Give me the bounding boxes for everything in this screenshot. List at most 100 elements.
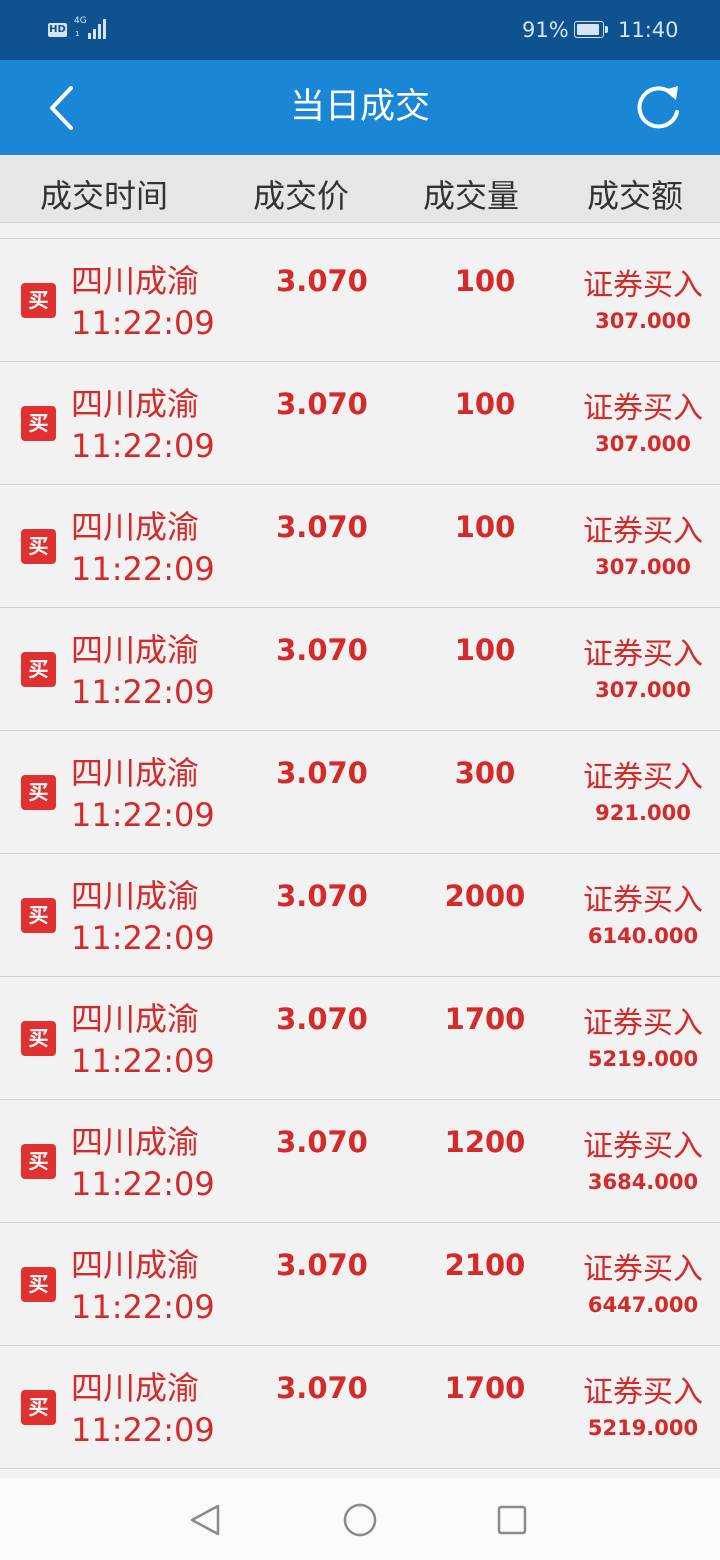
system-nav-bar — [0, 1478, 720, 1560]
trade-amount: 3684.000 — [587, 1170, 699, 1194]
stock-name: 四川成渝 — [71, 262, 200, 300]
trade-amount: 921.000 — [595, 801, 691, 825]
page-title: 当日成交 — [289, 87, 430, 127]
battery-fill — [577, 24, 599, 35]
buy-badge: 买 — [21, 406, 56, 441]
table-header: 成交时间 成交价 成交量 成交额 — [0, 155, 720, 223]
trade-type: 证券买入 — [583, 268, 703, 303]
battery-icon — [574, 21, 608, 38]
trade-type: 证券买入 — [583, 514, 703, 549]
trade-type: 证券买入 — [583, 1375, 703, 1410]
trade-type: 证券买入 — [583, 1006, 703, 1041]
trade-row[interactable]: 买 四川成渝 11:22:09 3.070 100 证券买入 307.000 — [0, 608, 720, 731]
trade-row[interactable]: 买 四川成渝 11:22:09 3.070 300 证券买入 921.000 — [0, 731, 720, 854]
trade-quantity: 100 — [454, 264, 516, 298]
trade-amount: 5219.000 — [587, 1047, 699, 1071]
trade-time: 11:22:09 — [71, 1411, 215, 1449]
stock-name: 四川成渝 — [71, 1123, 200, 1161]
buy-badge: 买 — [21, 529, 56, 564]
trade-type: 证券买入 — [583, 883, 703, 918]
trade-amount: 307.000 — [595, 678, 691, 702]
trade-list[interactable]: 买 四川成渝 11:22:09 3.070 100 证券买入 307.000 买… — [0, 238, 720, 1479]
trade-amount: 307.000 — [595, 555, 691, 579]
trade-row[interactable]: 买 四川成渝 11:22:09 3.070 1200 证券买入 3684.000 — [0, 1100, 720, 1223]
trade-type: 证券买入 — [583, 1252, 703, 1287]
trade-price: 3.070 — [276, 1125, 368, 1159]
app-bar: 当日成交 — [0, 60, 720, 155]
trade-row[interactable]: 买 四川成渝 11:22:09 3.070 100 证券买入 307.000 — [0, 239, 720, 362]
stock-name: 四川成渝 — [71, 877, 200, 915]
trade-price: 3.070 — [276, 510, 368, 544]
trade-quantity: 1700 — [444, 1371, 526, 1405]
trade-time: 11:22:09 — [71, 673, 215, 711]
trade-price: 3.070 — [276, 264, 368, 298]
buy-badge: 买 — [21, 1021, 56, 1056]
buy-badge: 买 — [21, 652, 56, 687]
trade-amount: 307.000 — [595, 432, 691, 456]
trade-quantity: 2000 — [444, 879, 526, 913]
trade-row[interactable]: 买 四川成渝 11:22:09 3.070 100 证券买入 307.000 — [0, 485, 720, 608]
triangle-back-icon — [190, 1504, 220, 1536]
trade-row[interactable]: 买 四川成渝 11:22:09 3.070 2000 证券买入 6140.000 — [0, 854, 720, 977]
trade-price: 3.070 — [276, 1248, 368, 1282]
network-sub-label: 1 — [75, 30, 80, 38]
trade-price: 3.070 — [276, 1002, 368, 1036]
trade-quantity: 1700 — [444, 1002, 526, 1036]
trade-quantity: 2100 — [444, 1248, 526, 1282]
stock-name: 四川成渝 — [71, 631, 200, 669]
trade-time: 11:22:09 — [71, 796, 215, 834]
trade-row[interactable]: 买 四川成渝 11:22:09 3.070 1700 证券买入 5219.000 — [0, 977, 720, 1100]
stock-name: 四川成渝 — [71, 754, 200, 792]
trade-amount: 307.000 — [595, 309, 691, 333]
buy-badge: 买 — [21, 1267, 56, 1302]
column-header-quantity: 成交量 — [423, 177, 520, 215]
trade-row[interactable]: 买 四川成渝 11:22:09 3.070 1700 证券买入 5219.000 — [0, 1346, 720, 1469]
trade-amount: 6447.000 — [587, 1293, 699, 1317]
buy-badge: 买 — [21, 283, 56, 318]
stock-name: 四川成渝 — [71, 1246, 200, 1284]
buy-badge: 买 — [21, 898, 56, 933]
battery-percent: 91% — [522, 18, 569, 42]
back-button[interactable] — [30, 78, 90, 138]
stock-name: 四川成渝 — [71, 1000, 200, 1038]
trade-time: 11:22:09 — [71, 427, 215, 465]
trade-quantity: 300 — [454, 756, 516, 790]
buy-badge: 买 — [21, 1144, 56, 1179]
trade-amount: 6140.000 — [587, 924, 699, 948]
trade-type: 证券买入 — [583, 760, 703, 795]
trade-price: 3.070 — [276, 633, 368, 667]
stock-name: 四川成渝 — [71, 508, 200, 546]
trade-time: 11:22:09 — [71, 1288, 215, 1326]
trade-amount: 5219.000 — [587, 1416, 699, 1440]
status-time: 11:40 — [618, 18, 679, 42]
nav-back-button[interactable] — [184, 1498, 228, 1542]
trade-time: 11:22:09 — [71, 1165, 215, 1203]
column-header-amount: 成交额 — [587, 177, 684, 215]
trade-time: 11:22:09 — [71, 919, 215, 957]
trade-row[interactable]: 买 四川成渝 11:22:09 3.070 100 证券买入 307.000 — [0, 362, 720, 485]
trade-quantity: 100 — [454, 387, 516, 421]
column-header-price: 成交价 — [253, 177, 350, 215]
buy-badge: 买 — [21, 1390, 56, 1425]
nav-recent-button[interactable] — [490, 1498, 534, 1542]
signal-icon — [84, 17, 108, 39]
refresh-button[interactable] — [628, 78, 688, 138]
refresh-icon — [637, 86, 679, 129]
trade-type: 证券买入 — [583, 391, 703, 426]
square-recent-icon — [497, 1505, 527, 1535]
chevron-left-icon — [50, 86, 73, 130]
trade-price: 3.070 — [276, 756, 368, 790]
trade-quantity: 1200 — [444, 1125, 526, 1159]
stock-name: 四川成渝 — [71, 1369, 200, 1407]
trade-price: 3.070 — [276, 1371, 368, 1405]
circle-home-icon — [343, 1503, 377, 1537]
stock-name: 四川成渝 — [71, 385, 200, 423]
status-bar: HD 4G 1 91% 11:40 — [0, 0, 720, 60]
trade-row[interactable]: 买 四川成渝 11:22:09 3.070 2100 证券买入 6447.000 — [0, 1223, 720, 1346]
nav-home-button[interactable] — [338, 1498, 382, 1542]
trade-price: 3.070 — [276, 387, 368, 421]
trade-type: 证券买入 — [583, 637, 703, 672]
hd-icon: HD — [48, 23, 67, 37]
trade-time: 11:22:09 — [71, 304, 215, 342]
buy-badge: 买 — [21, 775, 56, 810]
